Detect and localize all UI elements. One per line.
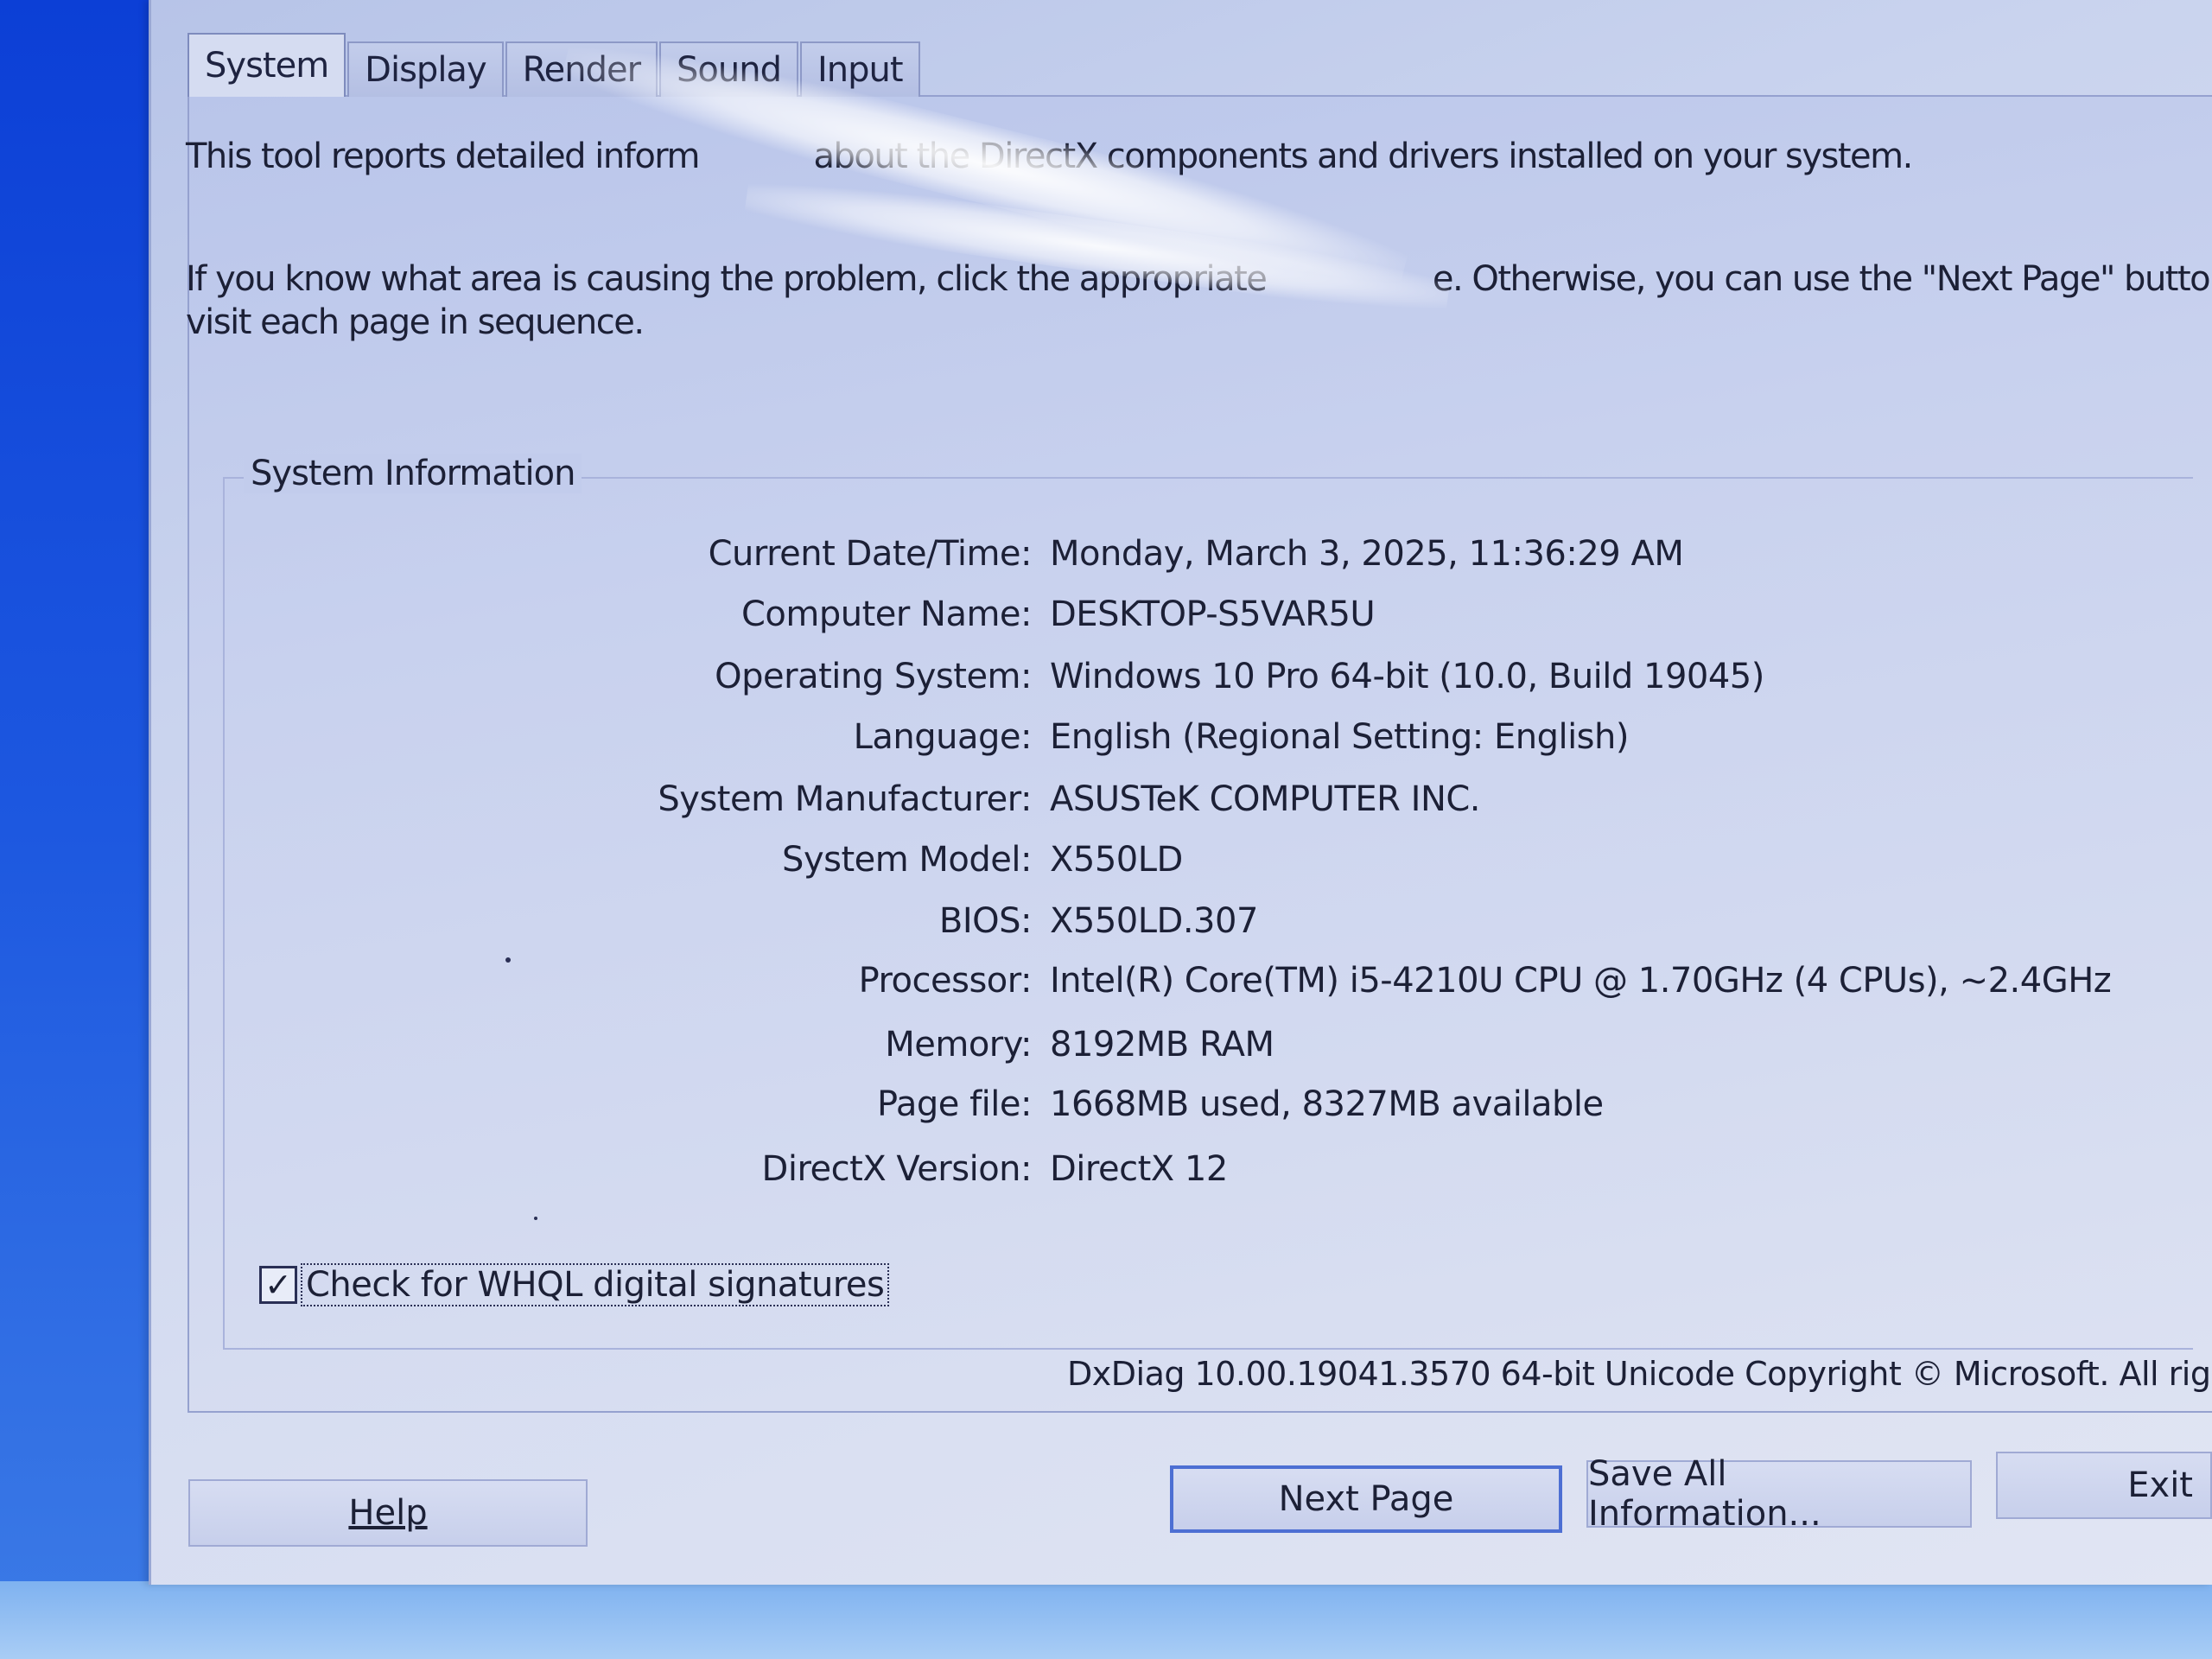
info-value: 8192MB RAM <box>1050 1025 1274 1065</box>
info-row-language: Language: English (Regional Setting: Eng… <box>0 717 2212 769</box>
info-label: Computer Name: <box>741 594 1033 634</box>
info-row-os: Operating System: Windows 10 Pro 64-bit … <box>0 657 2212 709</box>
info-value: Intel(R) Core(TM) i5-4210U CPU @ 1.70GHz… <box>1050 961 2112 1001</box>
info-label: Memory: <box>885 1025 1032 1065</box>
group-title: System Information <box>244 454 582 493</box>
info-row-datetime: Current Date/Time: Monday, March 3, 2025… <box>0 534 2212 586</box>
whql-checkbox-label[interactable]: Check for WHQL digital signatures <box>301 1263 890 1306</box>
intro-line1-start: This tool reports detailed inform <box>186 137 701 176</box>
next-page-button[interactable]: Next Page <box>1170 1465 1562 1533</box>
desktop-background-bottom <box>0 1581 2212 1659</box>
info-value: ASUSTeK COMPUTER INC. <box>1050 779 1481 819</box>
info-row-directx: DirectX Version: DirectX 12 <box>0 1149 2212 1201</box>
whql-checkbox-row[interactable]: ✓ Check for WHQL digital signatures <box>259 1263 890 1306</box>
info-label: Page file: <box>877 1084 1032 1124</box>
screen-speck <box>505 957 511 963</box>
info-row-computer-name: Computer Name: DESKTOP-S5VAR5U <box>0 594 2212 646</box>
screen-speck <box>534 1217 537 1220</box>
info-row-manufacturer: System Manufacturer: ASUSTeK COMPUTER IN… <box>0 779 2212 831</box>
info-value: English (Regional Setting: English) <box>1050 717 1629 757</box>
info-value: DESKTOP-S5VAR5U <box>1050 594 1376 634</box>
info-label: Processor: <box>858 961 1033 1001</box>
version-copyright-text: DxDiag 10.00.19041.3570 64-bit Unicode C… <box>1067 1355 2212 1393</box>
info-label: Operating System: <box>715 657 1032 696</box>
info-label: BIOS: <box>938 901 1033 941</box>
exit-button[interactable]: Exit <box>1996 1452 2212 1519</box>
whql-checkbox[interactable]: ✓ <box>259 1266 297 1304</box>
info-value: X550LD <box>1050 840 1183 880</box>
info-value: X550LD.307 <box>1050 901 1258 941</box>
info-value: Windows 10 Pro 64-bit (10.0, Build 19045… <box>1050 657 1764 696</box>
info-value: Monday, March 3, 2025, 11:36:29 AM <box>1050 534 1684 574</box>
info-label: System Model: <box>782 840 1032 880</box>
help-button-label: Help <box>348 1493 428 1533</box>
save-all-information-button[interactable]: Save All Information... <box>1586 1454 1972 1534</box>
info-label: System Manufacturer: <box>658 779 1032 819</box>
save-all-button-label: Save All Information... <box>1588 1454 1821 1534</box>
info-row-bios: BIOS: X550LD.307 <box>0 901 2212 953</box>
info-value: DirectX 12 <box>1050 1149 1228 1189</box>
info-label: Language: <box>853 717 1033 757</box>
intro-line2-end: e. Otherwise, you can use the "Next Page… <box>1433 259 2212 299</box>
next-page-button-label: Next Page <box>1278 1479 1454 1519</box>
help-button[interactable]: Help <box>188 1479 588 1547</box>
intro-line3: visit each page in sequence. <box>186 302 645 342</box>
exit-button-label: Exit <box>2127 1465 2193 1505</box>
tab-display[interactable]: Display <box>347 41 504 97</box>
info-label: DirectX Version: <box>761 1149 1033 1189</box>
tab-system[interactable]: System <box>188 33 346 97</box>
info-row-memory: Memory: 8192MB RAM <box>0 1025 2212 1077</box>
info-value: 1668MB used, 8327MB available <box>1050 1084 1604 1124</box>
checkmark-icon: ✓ <box>264 1266 292 1304</box>
info-row-processor: Processor: Intel(R) Core(TM) i5-4210U CP… <box>0 961 2212 1013</box>
info-row-model: System Model: X550LD <box>0 840 2212 892</box>
info-label: Current Date/Time: <box>708 534 1033 574</box>
info-row-page-file: Page file: 1668MB used, 8327MB available <box>0 1084 2212 1136</box>
